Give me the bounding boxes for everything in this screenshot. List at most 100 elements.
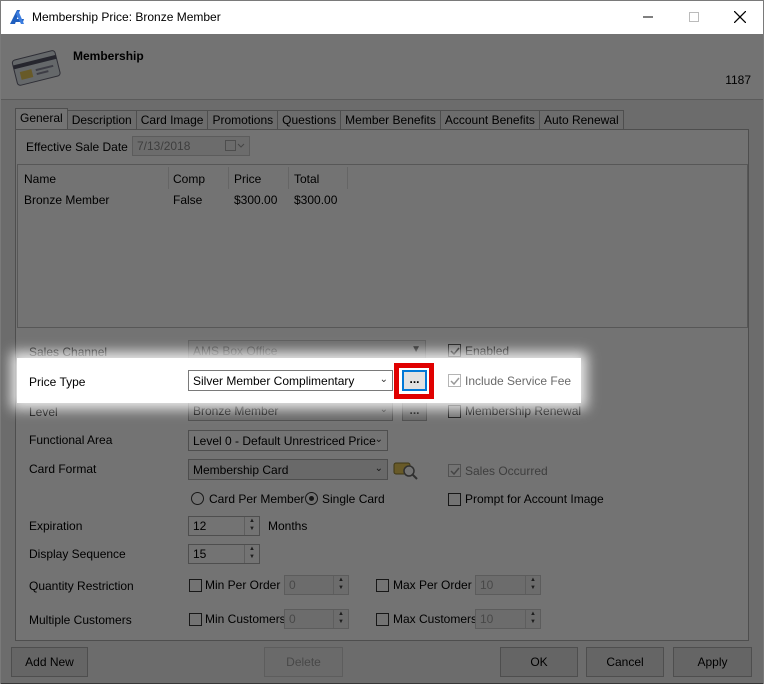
sales-channel-label: Sales Channel [29, 345, 108, 359]
cancel-button[interactable]: Cancel [586, 647, 664, 677]
stepper-arrows-icon: ▲ ▼ [525, 576, 540, 594]
stepper-arrows-icon: ▲ ▼ [333, 610, 348, 628]
app-logo-icon [9, 9, 25, 25]
level-value: Bronze Member [193, 404, 279, 418]
tab-promotions[interactable]: Promotions [207, 110, 279, 130]
display-sequence-value: 15 [193, 547, 207, 561]
row-name: Bronze Member [24, 193, 110, 207]
apply-button[interactable]: Apply [673, 647, 752, 677]
expiration-stepper[interactable]: 12 ▲ ▼ [188, 516, 260, 536]
prompt-account-image-checkbox[interactable] [448, 493, 461, 506]
sales-channel-value: AMS Box Office [193, 344, 278, 358]
enabled-checkbox[interactable] [448, 344, 461, 357]
membership-renewal-checkbox[interactable] [448, 405, 461, 418]
card-format-preview-icon[interactable] [393, 459, 419, 484]
level-label: Level [29, 405, 58, 419]
max-per-order-checkbox[interactable] [376, 579, 389, 592]
row-comp: False [173, 193, 203, 207]
min-customers-value: 0 [289, 612, 296, 626]
functional-area-label: Functional Area [29, 433, 113, 447]
include-service-fee-checkbox [448, 374, 461, 387]
max-customers-label: Max Customers [393, 612, 478, 626]
row-total: $300.00 [294, 193, 338, 207]
tab-general[interactable]: General [15, 108, 68, 130]
quantity-restriction-label: Quantity Restriction [29, 579, 134, 593]
grid-column-price: Price [234, 172, 262, 186]
card-format-select[interactable]: Membership Card ⌄ [188, 459, 388, 480]
level-browse-button[interactable]: ... [402, 400, 427, 421]
expiration-unit: Months [268, 519, 308, 533]
prompt-account-image-label: Prompt for Account Image [465, 492, 604, 506]
max-customers-value: 10 [480, 612, 494, 626]
level-select[interactable]: Bronze Member ⌄ [188, 400, 393, 421]
grid-column-divider [288, 167, 289, 189]
tab-questions[interactable]: Questions [277, 110, 342, 130]
card-format-value: Membership Card [193, 463, 289, 477]
tab-card-image[interactable]: Card Image [135, 110, 209, 130]
expiration-label: Expiration [29, 519, 83, 533]
max-per-order-value: 10 [480, 578, 494, 592]
grid-column-divider [228, 167, 229, 189]
max-customers-checkbox[interactable] [376, 613, 389, 626]
grid-column-comp: Comp [173, 172, 206, 186]
tab-member-benefits[interactable]: Member Benefits [340, 110, 441, 130]
sales-occurred-checkbox [448, 464, 461, 477]
record-id: 1187 [725, 73, 751, 87]
chevron-down-icon: ⌄ [379, 374, 388, 385]
functional-area-select[interactable]: Level 0 - Default Unrestriced Price ⌄ [188, 430, 388, 451]
min-customers-checkbox[interactable] [189, 613, 202, 626]
stepper-arrows-icon[interactable]: ▲ ▼ [244, 517, 259, 535]
include-service-fee-label: Include Service Fee [465, 374, 572, 388]
highlight-spotlight: Price Type Silver Member Complimentary ⌄… [17, 358, 581, 403]
tab-description[interactable]: Description [66, 110, 137, 130]
display-sequence-label: Display Sequence [29, 547, 126, 561]
close-icon[interactable] [717, 1, 763, 33]
tab-account-benefits[interactable]: Account Benefits [439, 110, 540, 130]
window-title: Membership Price: Bronze Member [32, 10, 221, 24]
min-customers-label: Min Customers [205, 612, 286, 626]
price-type-label: Price Type [29, 375, 86, 389]
add-new-button[interactable]: Add New [11, 647, 88, 677]
min-per-order-stepper: 0 ▲ ▼ [284, 575, 349, 595]
grid-column-divider [168, 167, 169, 189]
min-customers-stepper: 0 ▲ ▼ [284, 609, 349, 629]
grid-column-total: Total [294, 172, 320, 186]
tab-strip: General Description Card Image Promotion… [15, 108, 624, 130]
grid-column-name: Name [24, 172, 57, 186]
single-card-label: Single Card [322, 492, 385, 506]
chevron-down-icon: ⌄ [374, 463, 383, 474]
min-per-order-checkbox[interactable] [189, 579, 202, 592]
price-type-select[interactable]: Silver Member Complimentary ⌄ [188, 370, 393, 391]
card-per-member-radio[interactable] [191, 492, 204, 505]
minimize-icon[interactable] [625, 1, 671, 33]
maximize-icon [671, 1, 717, 33]
membership-card-icon [11, 47, 61, 90]
form-header: Membership 1187 [1, 33, 763, 99]
price-type-value: Silver Member Complimentary [193, 374, 355, 388]
chevron-down-icon: ⌄ [374, 434, 383, 445]
header-separator [1, 99, 763, 100]
card-per-member-label: Card Per Member [209, 492, 305, 506]
price-grid [17, 164, 748, 328]
title-bar: Membership Price: Bronze Member [1, 1, 763, 33]
sales-occurred-label: Sales Occurred [465, 464, 548, 478]
display-sequence-stepper[interactable]: 15 ▲ ▼ [188, 544, 260, 564]
callout-highlight-box [394, 363, 434, 399]
stepper-arrows-icon[interactable]: ▲ ▼ [244, 545, 259, 563]
card-format-label: Card Format [29, 462, 97, 476]
functional-area-value: Level 0 - Default Unrestriced Price [193, 434, 376, 448]
membership-renewal-label: Membership Renewal [465, 404, 582, 418]
tab-auto-renewal[interactable]: Auto Renewal [538, 110, 624, 130]
header-title: Membership [73, 49, 144, 63]
single-card-radio[interactable] [305, 492, 318, 505]
calendar-icon [225, 139, 245, 155]
stepper-arrows-icon: ▲ ▼ [333, 576, 348, 594]
ok-button[interactable]: OK [500, 647, 578, 677]
max-per-order-label: Max Per Order [393, 578, 472, 592]
row-price: $300.00 [234, 193, 278, 207]
effective-sale-date-label: Effective Sale Date [26, 140, 128, 154]
enabled-label: Enabled [465, 344, 510, 358]
max-customers-stepper: 10 ▲ ▼ [475, 609, 541, 629]
expiration-value: 12 [193, 519, 207, 533]
delete-button: Delete [264, 647, 343, 677]
